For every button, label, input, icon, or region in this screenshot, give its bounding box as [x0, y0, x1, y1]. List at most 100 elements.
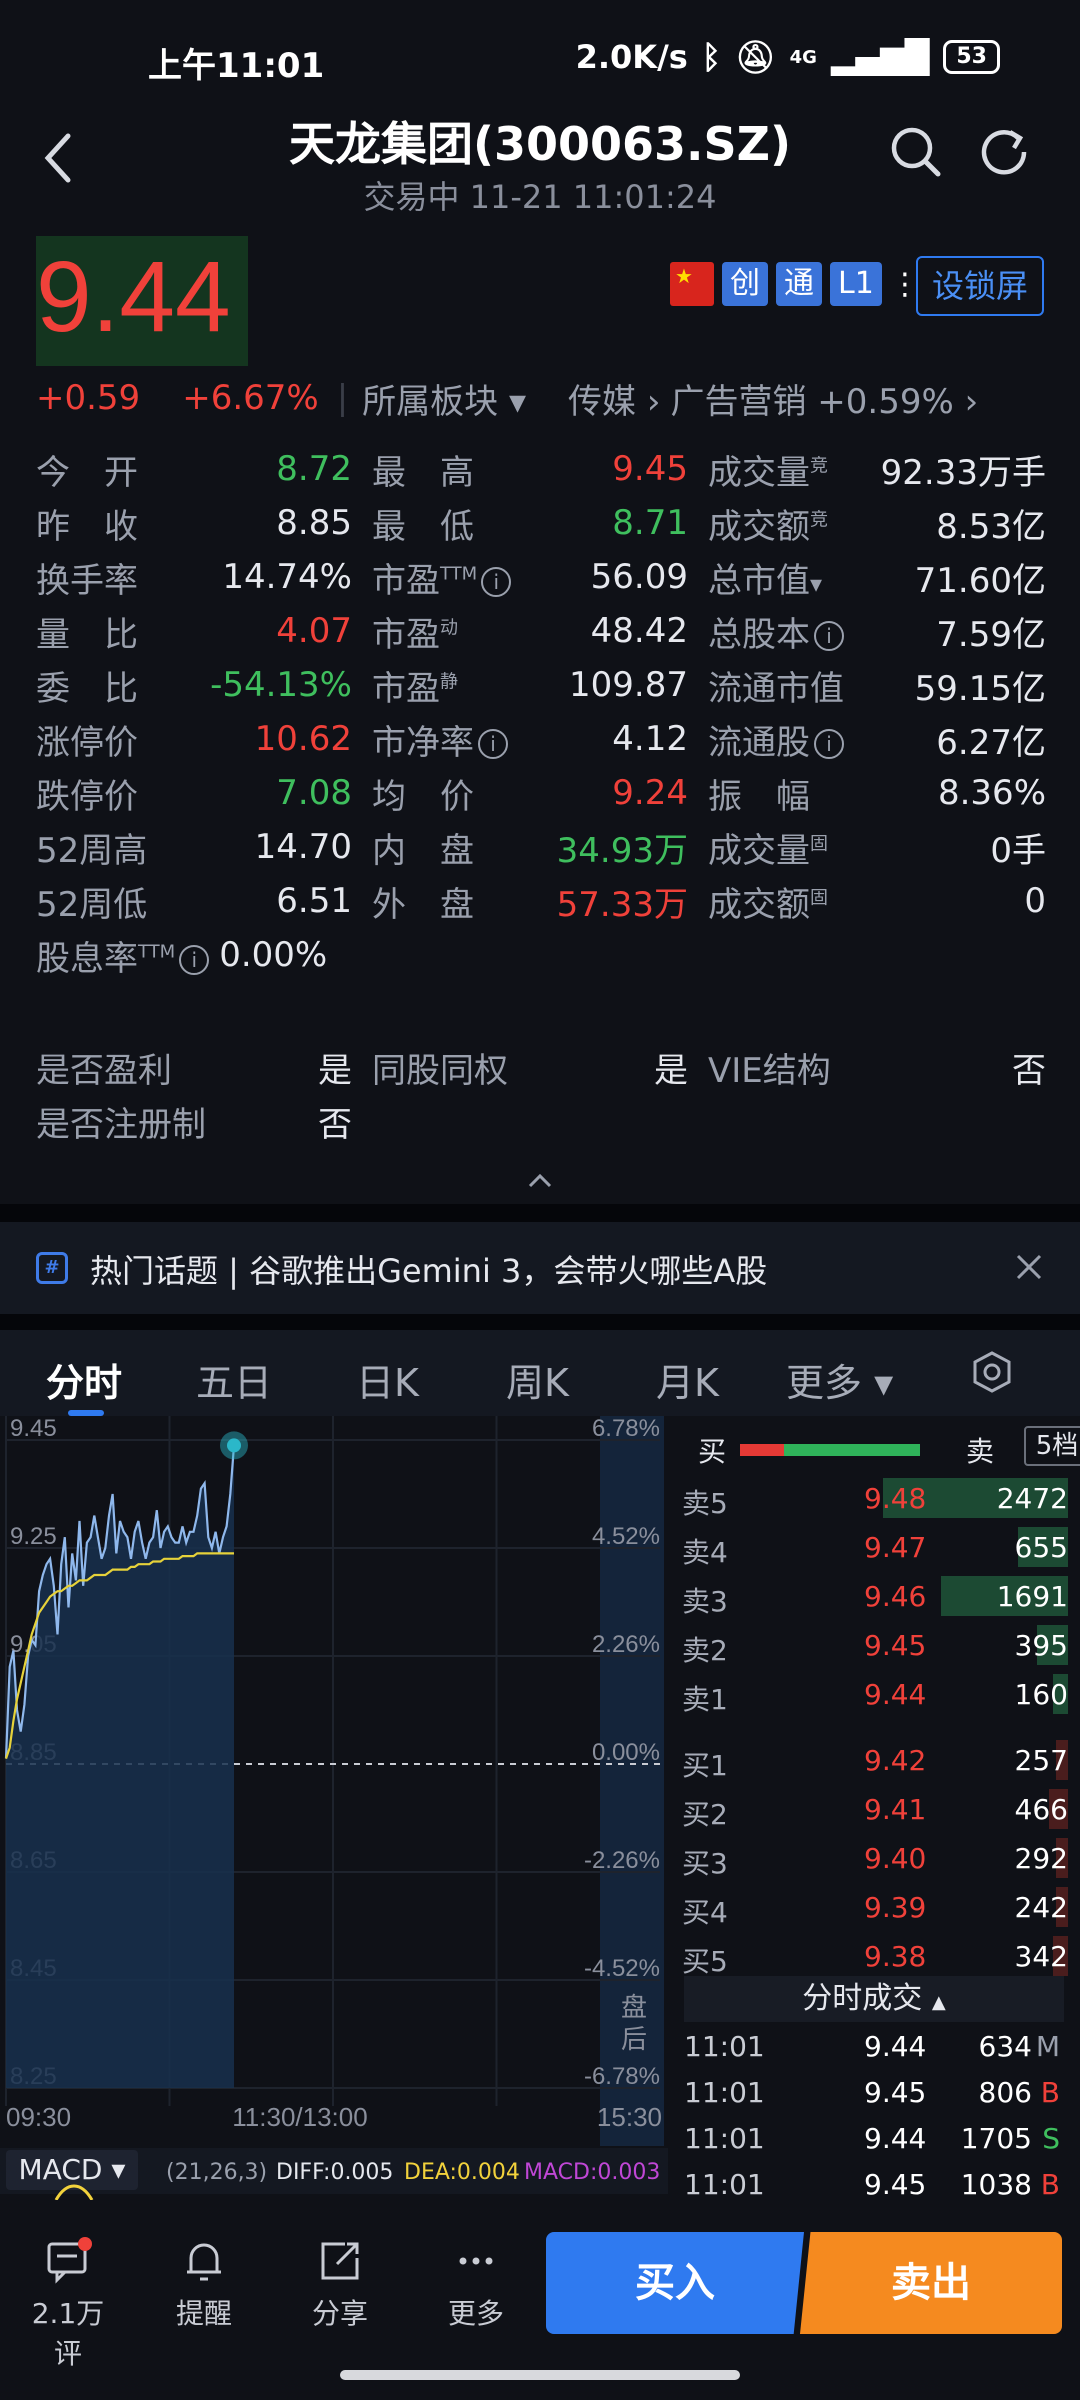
- level-label: 卖1: [682, 1683, 728, 1716]
- stat-label: 最 高: [372, 452, 474, 493]
- stat-label[interactable]: 市盈TTM i: [372, 553, 512, 602]
- macd-value: MACD:0.003: [524, 2160, 661, 2185]
- stat-value: 56.09: [590, 557, 688, 597]
- level-label: 买2: [682, 1798, 728, 1831]
- close-icon[interactable]: [1012, 1250, 1046, 1284]
- level-price: 9.47: [864, 1531, 927, 1564]
- bid-row[interactable]: 买5 9.38 342: [682, 1932, 1068, 1980]
- stat-label[interactable]: 总市值▾: [708, 553, 822, 602]
- sell-button[interactable]: 卖出: [800, 2232, 1062, 2334]
- tab-weekly-k[interactable]: 周K: [506, 1352, 569, 1407]
- sub-sector-link[interactable]: 广告营销 +0.59% ›: [670, 374, 978, 423]
- tag-chuang[interactable]: 创: [722, 262, 768, 306]
- y-tick-left: 9.45: [10, 1416, 57, 1442]
- network-type: 4G: [789, 46, 817, 68]
- hot-topic-text[interactable]: 热门话题 | 谷歌推出Gemini 3，会带火哪些A股: [90, 1246, 767, 1292]
- stat-label[interactable]: 流通股 i: [708, 715, 844, 764]
- ask-row[interactable]: 卖3 9.46 1691: [682, 1572, 1068, 1620]
- flags-grid: 是否盈利是同股同权是 VIE结构否是否注册制否: [36, 1040, 1046, 1148]
- stats-row: 涨停价 10.62 市净率 i 4.12 流通股 i 6.27亿: [36, 712, 1046, 766]
- tab-intraday[interactable]: 分时: [46, 1352, 122, 1407]
- stat-label: 跌停价: [36, 776, 138, 817]
- info-icon[interactable]: i: [179, 945, 210, 975]
- stat-value: 8.36%: [937, 773, 1046, 813]
- share-button[interactable]: 分享: [290, 2236, 390, 2332]
- stat-label: 外 盘: [372, 884, 474, 925]
- tab-monthly-k[interactable]: 月K: [656, 1352, 719, 1407]
- tag-tong[interactable]: 通: [776, 262, 822, 306]
- bid-row[interactable]: 买4 9.39 242: [682, 1883, 1068, 1931]
- sector-link[interactable]: 传媒 ›: [568, 374, 660, 423]
- search-icon[interactable]: [886, 122, 946, 182]
- trade-row: 11:01 9.44 1705 S: [684, 2116, 1064, 2162]
- remind-button[interactable]: 提醒: [154, 2236, 254, 2332]
- sell-side-label: 卖: [966, 1435, 995, 1468]
- status-right: 2.0K/s ᛒ 🔕︎ 4G ▂▄▆█ 53: [576, 38, 1000, 76]
- flags-row: 是否盈利是同股同权是 VIE结构否: [36, 1040, 1046, 1094]
- level-label: 卖5: [682, 1487, 728, 1520]
- info-icon[interactable]: i: [478, 729, 508, 759]
- stat-label-sup: 固: [810, 833, 828, 855]
- tab-daily-k[interactable]: 日K: [356, 1352, 419, 1407]
- hot-topic-banner[interactable]: # 热门话题 | 谷歌推出Gemini 3，会带火哪些A股: [0, 1222, 1080, 1314]
- y-tick-right: -6.78%: [584, 2063, 660, 2090]
- trade-flag: S: [1042, 2122, 1060, 2155]
- stat-value: -54.13%: [210, 665, 352, 705]
- stat-label-sup: 固: [810, 887, 828, 909]
- bid-row[interactable]: 买3 9.40 292: [682, 1834, 1068, 1882]
- stat-label-sup: 静: [440, 671, 458, 693]
- info-icon[interactable]: i: [481, 567, 512, 597]
- stat-cell: 振 幅 8.36%: [708, 769, 1046, 818]
- ask-row[interactable]: 卖2 9.45 395: [682, 1621, 1068, 1669]
- info-icon[interactable]: i: [814, 729, 844, 759]
- level-price: 9.44: [864, 1678, 927, 1711]
- stat-cell: 跌停价 7.08: [36, 769, 372, 818]
- buy-button[interactable]: 买入: [546, 2232, 804, 2334]
- settings-icon[interactable]: [970, 1350, 1014, 1394]
- level-volume: 655: [1014, 1531, 1068, 1564]
- ask-row[interactable]: 卖4 9.47 655: [682, 1523, 1068, 1571]
- y-tick-right: -2.26%: [584, 1847, 660, 1874]
- dropdown-icon[interactable]: ▾: [810, 570, 822, 598]
- stat-cell: 均 价 9.24: [372, 769, 708, 818]
- level-price: 9.40: [864, 1842, 927, 1875]
- more-button[interactable]: 更多: [426, 2236, 526, 2332]
- intraday-chart[interactable]: 9.456.78%9.254.52%9.052.26%8.850.00%8.65…: [0, 1415, 668, 2146]
- stat-cell: 流通股 i 6.27亿: [708, 715, 1046, 764]
- bid-row[interactable]: 买2 9.41 466: [682, 1785, 1068, 1833]
- stat-label[interactable]: 市净率 i: [372, 715, 508, 764]
- collapse-icon[interactable]: [526, 1172, 554, 1190]
- bid-row[interactable]: 买1 9.42 257: [682, 1736, 1068, 1784]
- tab-more[interactable]: 更多 ▾: [786, 1352, 893, 1407]
- stat-value: 8.85: [276, 503, 352, 543]
- comments-button[interactable]: 2.1万评: [18, 2236, 118, 2372]
- refresh-icon[interactable]: [976, 122, 1036, 182]
- current-point: [227, 1438, 241, 1453]
- stat-value: 6.27亿: [936, 722, 1046, 763]
- tag-l1[interactable]: L1: [830, 262, 882, 306]
- trade-flag: B: [1040, 2076, 1060, 2109]
- ask-row[interactable]: 卖1 9.44 160: [682, 1670, 1068, 1718]
- depth-toggle-button[interactable]: 5档: [1024, 1426, 1080, 1466]
- network-speed: 2.0K/s: [575, 38, 688, 76]
- sector-dropdown[interactable]: 所属板块 ▾: [362, 374, 526, 423]
- stat-label[interactable]: 总股本 i: [708, 607, 844, 656]
- stat-label[interactable]: 股息率TTM i: [36, 931, 210, 980]
- tab-five-day[interactable]: 五日: [196, 1352, 272, 1407]
- stat-label: 市盈动: [372, 614, 458, 655]
- after-hours-label: 后: [621, 2025, 647, 2055]
- divider: [0, 1314, 1080, 1330]
- flag-value: 否: [1012, 1050, 1046, 1091]
- flag-cell: 是否注册制 否: [36, 1097, 372, 1146]
- trades-header[interactable]: 分时成交 ▲: [684, 1976, 1064, 2022]
- stat-cell: 成交量固 0手: [708, 823, 1046, 872]
- info-icon[interactable]: i: [814, 621, 844, 651]
- ask-row[interactable]: 卖5 9.48 2472: [682, 1474, 1068, 1522]
- flag-label: 是否注册制: [36, 1104, 206, 1145]
- stat-cell: 成交额竞 8.53亿: [708, 499, 1046, 548]
- level-price: 9.38: [864, 1940, 927, 1973]
- buy-side-label: 买: [698, 1435, 727, 1468]
- stat-cell: 涨停价 10.62: [36, 715, 372, 764]
- home-indicator[interactable]: [340, 2370, 740, 2380]
- lock-screen-button[interactable]: 设锁屏: [916, 256, 1044, 316]
